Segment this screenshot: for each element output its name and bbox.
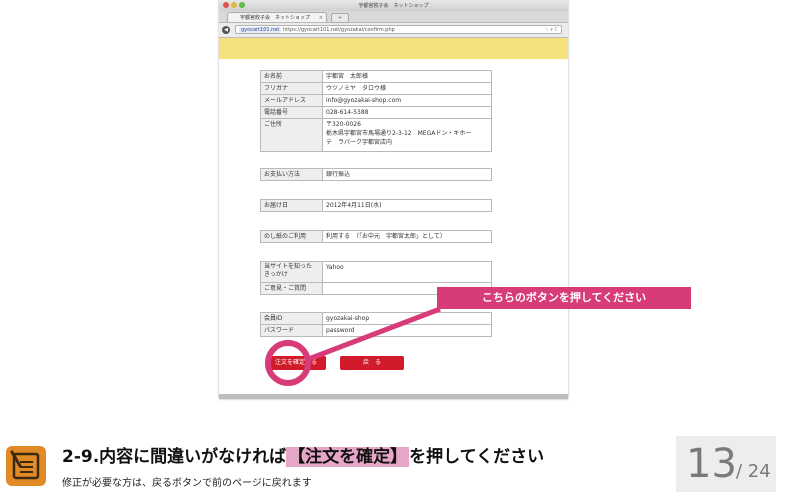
heading-highlight: 【注文を確定】	[286, 447, 410, 467]
callout-label: こちらのボタンを押してください	[437, 287, 691, 309]
callout-pointer	[305, 306, 441, 363]
heading-text-end: を押してください	[409, 447, 545, 467]
checklist-icon	[6, 446, 46, 486]
callout-pointer-line	[305, 306, 441, 363]
page-indicator: 13 / 24	[676, 436, 776, 492]
highlight-ring	[265, 340, 311, 386]
heading-text: 2-9.内容に間違いがなければ	[62, 447, 287, 467]
slide-subtitle: 修正が必要な方は、戻るボタンで前のページに戻れます	[62, 478, 312, 489]
page-current: 13	[686, 441, 737, 487]
page-total: / 24	[736, 461, 771, 482]
slide-heading: 2-9.内容に間違いがなければ 【注文を確定】 を押してください	[62, 442, 544, 467]
